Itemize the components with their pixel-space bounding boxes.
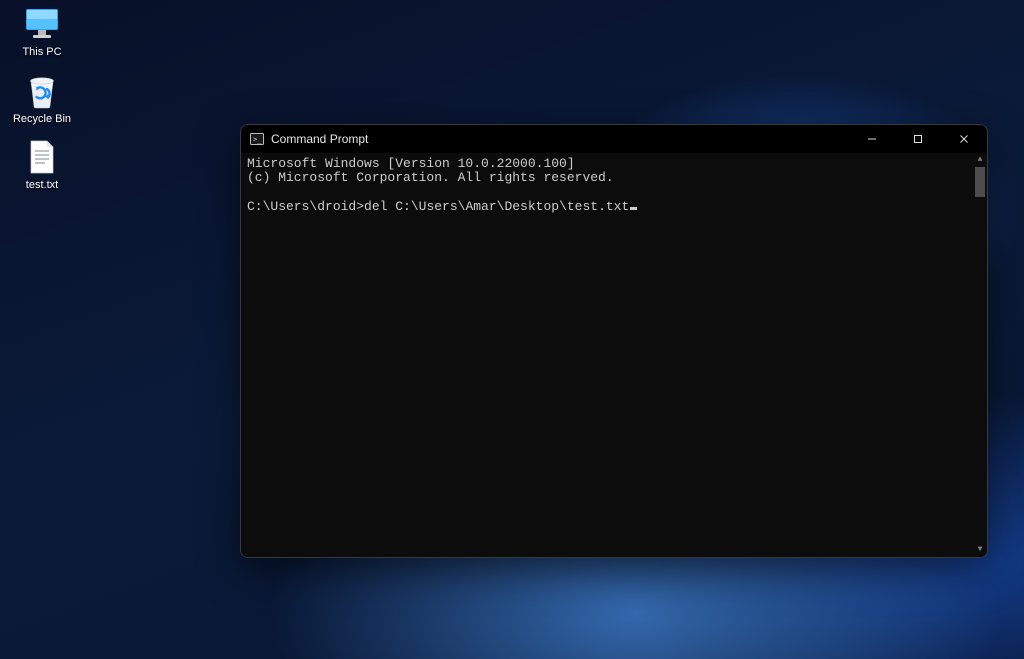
scrollbar-thumb[interactable] bbox=[975, 167, 985, 197]
terminal-command-text: del C:\Users\Amar\Desktop\test.txt bbox=[364, 199, 629, 214]
command-prompt-icon: >_ bbox=[249, 131, 265, 147]
desktop-icon-recycle-bin[interactable]: Recycle Bin bbox=[4, 71, 80, 126]
desktop-icon-test-txt[interactable]: test.txt bbox=[4, 137, 80, 192]
window-controls bbox=[849, 125, 987, 153]
terminal-prompt: C:\Users\droid> bbox=[247, 199, 364, 214]
terminal-cursor bbox=[630, 207, 637, 210]
scrollbar-track[interactable] bbox=[973, 167, 987, 543]
icon-label: Recycle Bin bbox=[13, 113, 71, 126]
monitor-icon bbox=[22, 6, 62, 42]
scrollbar-up-arrow-icon[interactable]: ▲ bbox=[973, 153, 987, 167]
icon-label: This PC bbox=[22, 46, 61, 59]
scrollbar-down-arrow-icon[interactable]: ▼ bbox=[973, 543, 987, 557]
close-button[interactable] bbox=[941, 125, 987, 153]
minimize-button[interactable] bbox=[849, 125, 895, 153]
scrollbar[interactable]: ▲ ▼ bbox=[973, 153, 987, 557]
svg-text:>_: >_ bbox=[253, 136, 262, 144]
command-prompt-window: >_ Command Prompt Microsoft Windows [Ver… bbox=[240, 124, 988, 558]
icon-label: test.txt bbox=[26, 179, 58, 192]
recycle-bin-icon bbox=[22, 73, 62, 109]
terminal-output[interactable]: Microsoft Windows [Version 10.0.22000.10… bbox=[241, 153, 987, 557]
text-file-icon bbox=[22, 139, 62, 175]
title-bar[interactable]: >_ Command Prompt bbox=[241, 125, 987, 153]
maximize-button[interactable] bbox=[895, 125, 941, 153]
terminal-copyright-line: (c) Microsoft Corporation. All rights re… bbox=[247, 170, 614, 185]
terminal-version-line: Microsoft Windows [Version 10.0.22000.10… bbox=[247, 156, 575, 171]
desktop-icon-area: This PC Recycle Bin bbox=[4, 4, 80, 192]
desktop-icon-this-pc[interactable]: This PC bbox=[4, 4, 80, 59]
window-title: Command Prompt bbox=[271, 132, 849, 146]
